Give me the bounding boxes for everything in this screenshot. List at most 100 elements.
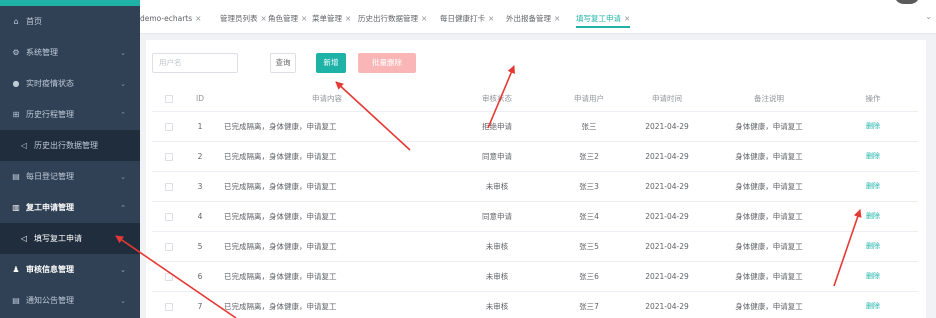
send-icon: ◁: [20, 141, 28, 150]
row-checkbox[interactable]: [165, 212, 173, 221]
tab-label: 管理员列表: [220, 14, 258, 23]
username-input[interactable]: 用户名: [152, 53, 238, 73]
cell-id: 5: [186, 231, 214, 262]
cell-time: 2021-04-29: [624, 141, 710, 172]
cell-content: 已完成隔离，身体健康，申请复工: [214, 111, 440, 142]
avatar[interactable]: [894, 0, 920, 4]
sidebar-item-0[interactable]: ⌂ 首页: [0, 6, 140, 37]
table-row: 7 已完成隔离，身体健康，申请复工 未审核 张三7 2021-04-29 身体健康，申请复…: [152, 291, 918, 318]
batch-delete-button[interactable]: 批量删除: [358, 53, 416, 73]
cell-remark: 身体健康，申请复工: [710, 111, 828, 142]
cell-action: 删除: [828, 261, 918, 292]
cell-content: 已完成隔离，身体健康，申请复工: [214, 141, 440, 172]
cell-select[interactable]: [152, 141, 186, 172]
cell-select[interactable]: [152, 171, 186, 202]
table-row: 3 已完成隔离，身体健康，申请复工 未审核 张三3 2021-04-29 身体健康，申请复…: [152, 171, 918, 202]
cell-remark: 身体健康，申请复工: [710, 201, 828, 232]
row-checkbox[interactable]: [165, 122, 173, 131]
cell-action: 删除: [828, 111, 918, 142]
close-icon[interactable]: ×: [421, 14, 427, 23]
delete-link[interactable]: 删除: [866, 152, 880, 160]
header-select-all[interactable]: [152, 87, 186, 112]
tab-0[interactable]: demo-echarts ×: [140, 10, 201, 28]
header-status: 审核状态: [440, 87, 554, 112]
row-checkbox[interactable]: [165, 242, 173, 251]
sidebar-item-label: 每日登记管理: [26, 172, 74, 181]
cell-select[interactable]: [152, 231, 186, 262]
cell-select[interactable]: [152, 201, 186, 232]
close-icon[interactable]: ×: [195, 14, 201, 23]
cell-time: 2021-04-29: [624, 111, 710, 142]
close-icon[interactable]: ×: [345, 14, 351, 23]
close-icon[interactable]: ×: [488, 14, 494, 23]
row-checkbox[interactable]: [165, 152, 173, 161]
tab-2[interactable]: 角色管理 ×: [268, 10, 307, 28]
sidebar-item-label: 首页: [26, 17, 42, 26]
tab-6[interactable]: 外出报备管理 ×: [506, 10, 560, 28]
query-button[interactable]: 查询: [270, 53, 296, 73]
cell-time: 2021-04-29: [624, 201, 710, 232]
location-icon: ●: [12, 79, 20, 88]
chevron-down-icon: ⌄: [120, 48, 126, 57]
row-checkbox[interactable]: [165, 272, 173, 281]
tab-1[interactable]: 管理员列表 ×: [220, 10, 267, 28]
header-remark: 备注说明: [710, 87, 828, 112]
sidebar-item-1[interactable]: ⚙ 系统管理 ⌄: [0, 37, 140, 68]
cell-user: 张三4: [554, 201, 624, 232]
cell-select[interactable]: [152, 291, 186, 318]
delete-link[interactable]: 删除: [866, 272, 880, 280]
tab-label: 菜单管理: [312, 14, 342, 23]
row-checkbox[interactable]: [165, 302, 173, 311]
sidebar-item-7[interactable]: ◁ 填写复工申请: [0, 223, 140, 254]
cell-status: 未审核: [440, 291, 554, 318]
delete-link[interactable]: 删除: [866, 182, 880, 190]
chevron-up-icon: ⌃: [120, 203, 126, 212]
sidebar-item-6[interactable]: ▥ 复工申请管理 ⌃: [0, 192, 140, 223]
delete-link[interactable]: 删除: [866, 242, 880, 250]
header-content: 申请内容: [214, 87, 440, 112]
sidebar-menu: ⌂ 首页 ⚙ 系统管理 ⌄ ● 实时疫情状态 ⌄ ⊞ 历史行程管理 ⌃ ◁ 历史出行数据管理 ▤ 每日登记管…: [0, 6, 140, 316]
sidebar-item-4[interactable]: ◁ 历史出行数据管理: [0, 130, 140, 161]
cell-id: 1: [186, 111, 214, 142]
sidebar-item-8[interactable]: ♟ 审核信息管理 ⌄: [0, 254, 140, 285]
sidebar-item-5[interactable]: ▤ 每日登记管理 ⌄: [0, 161, 140, 192]
cell-remark: 身体健康，申请复工: [710, 291, 828, 318]
cell-select[interactable]: [152, 111, 186, 142]
cell-action: 删除: [828, 141, 918, 172]
main-content: 用户名 查询 新增 批量删除 ID 申请内容 审核状态 申请用户 申请时间 备注…: [146, 40, 926, 318]
cell-time: 2021-04-29: [624, 291, 710, 318]
table-row: 4 已完成隔离，身体健康，申请复工 同意申请 张三4 2021-04-29 身体健康，申请…: [152, 201, 918, 232]
delete-link[interactable]: 删除: [866, 122, 880, 130]
add-button[interactable]: 新增: [316, 53, 346, 73]
close-icon[interactable]: ×: [624, 14, 630, 23]
tab-7[interactable]: 填写复工申请 ×: [576, 10, 631, 28]
header-time: 申请时间: [624, 87, 710, 112]
cell-status: 未审核: [440, 231, 554, 262]
delete-link[interactable]: 删除: [866, 212, 880, 220]
tab-3[interactable]: 菜单管理 ×: [312, 10, 351, 28]
close-icon[interactable]: ×: [301, 14, 307, 23]
cell-action: 删除: [828, 291, 918, 318]
row-checkbox[interactable]: [165, 182, 173, 191]
cell-user: 张三6: [554, 261, 624, 292]
tab-5[interactable]: 每日健康打卡 ×: [440, 10, 494, 28]
sidebar-item-label: 填写复工申请: [34, 234, 82, 243]
delete-link[interactable]: 删除: [866, 302, 880, 310]
table-row: 6 已完成隔离，身体健康，申请复工 未审核 张三6 2021-04-29 身体健康，申请复…: [152, 261, 918, 292]
list-icon: ▤: [12, 172, 20, 181]
gear-icon: ⚙: [12, 48, 20, 57]
sidebar-item-3[interactable]: ⊞ 历史行程管理 ⌃: [0, 99, 140, 130]
tab-4[interactable]: 历史出行数据管理 ×: [358, 10, 427, 28]
sidebar-item-2[interactable]: ● 实时疫情状态 ⌄: [0, 68, 140, 99]
cell-select[interactable]: [152, 261, 186, 292]
cell-user: 张三2: [554, 141, 624, 172]
sidebar-item-9[interactable]: ▤ 通知公告管理 ⌄: [0, 285, 140, 316]
tabs-more-icon[interactable]: ⌄: [925, 12, 932, 21]
close-icon[interactable]: ×: [261, 14, 267, 23]
user-icon: ♟: [12, 265, 20, 274]
close-icon[interactable]: ×: [554, 14, 560, 23]
select-all-checkbox[interactable]: [165, 95, 173, 104]
cell-action: 删除: [828, 201, 918, 232]
cell-id: 2: [186, 141, 214, 172]
sidebar-item-label: 通知公告管理: [26, 296, 74, 305]
